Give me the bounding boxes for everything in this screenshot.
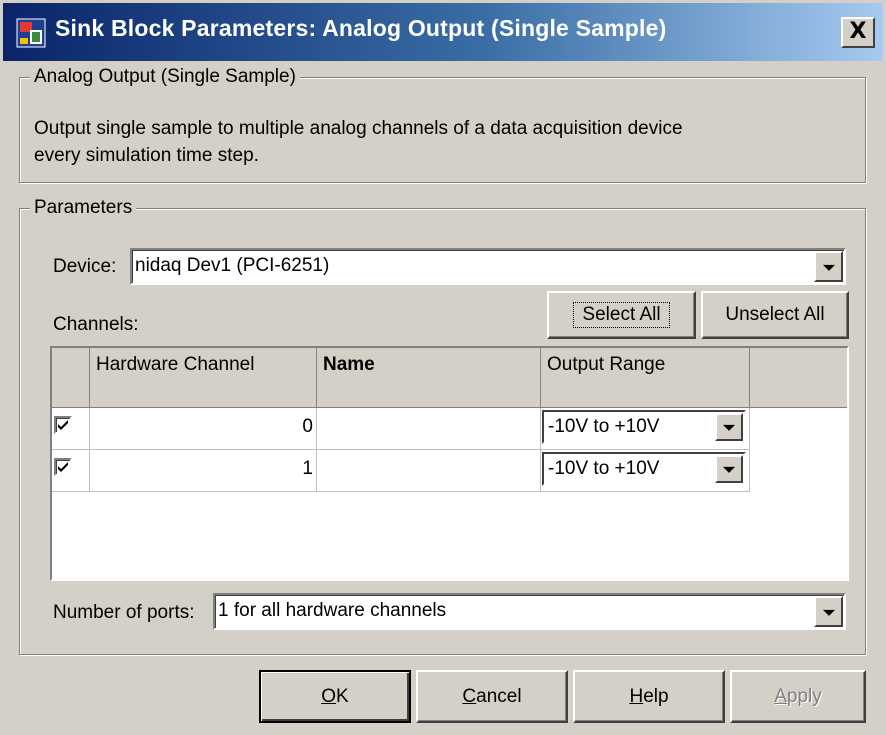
output-range-dropdown[interactable]: -10V to +10V <box>542 410 746 444</box>
title-bar[interactable]: Sink Block Parameters: Analog Output (Si… <box>3 3 883 61</box>
close-icon: X <box>849 19 867 44</box>
ports-label: Number of ports: <box>53 602 195 623</box>
chevron-down-icon <box>723 466 735 473</box>
dialog-window: Sink Block Parameters: Analog Output (Si… <box>0 0 886 735</box>
device-value: nidaq Dev1 (PCI-6251) <box>135 255 330 276</box>
cancel-button[interactable]: Cancel <box>416 670 568 723</box>
help-mnemonic: H <box>629 685 644 707</box>
ok-mnemonic: O <box>321 685 337 707</box>
channels-label: Channels: <box>53 314 139 335</box>
cancel-label-rest: ancel <box>476 685 522 707</box>
output-range-value: -10V to +10V <box>548 416 660 437</box>
chevron-down-icon <box>822 264 835 271</box>
description-group-title: Analog Output (Single Sample) <box>30 66 300 88</box>
apply-button[interactable]: Apply <box>730 670 866 723</box>
output-range-cell: -10V to +10V <box>541 450 750 492</box>
device-dropdown[interactable]: nidaq Dev1 (PCI-6251) <box>130 248 846 285</box>
header-filler <box>750 348 847 408</box>
channel-checkbox[interactable] <box>54 458 72 476</box>
simulink-block-icon <box>16 18 46 48</box>
cancel-mnemonic: C <box>462 685 477 707</box>
header-output-range[interactable]: Output Range <box>541 348 750 408</box>
select-all-button[interactable]: Select All <box>547 291 696 339</box>
output-range-dropdown-button[interactable] <box>715 455 743 483</box>
hardware-channel-value: 0 <box>302 416 313 437</box>
chevron-down-icon <box>723 424 735 431</box>
hardware-channel-cell: 0 <box>90 408 317 450</box>
chevron-down-icon <box>822 609 835 616</box>
apply-mnemonic: A <box>774 685 787 707</box>
ok-button[interactable]: OK <box>259 670 411 723</box>
device-dropdown-button[interactable] <box>814 251 843 282</box>
channel-checkbox[interactable] <box>54 416 72 434</box>
hardware-channel-cell: 1 <box>90 450 317 492</box>
check-icon <box>58 462 68 472</box>
header-hardware-channel[interactable]: Hardware Channel <box>90 348 317 408</box>
channels-table[interactable]: Hardware Channel Name Output Range 0 -10… <box>50 346 849 581</box>
output-range-value: -10V to +10V <box>548 458 660 479</box>
ports-dropdown[interactable]: 1 for all hardware channels <box>213 593 846 630</box>
hardware-channel-value: 1 <box>302 458 313 479</box>
unselect-all-label: Unselect All <box>725 304 825 325</box>
apply-label-rest: pply <box>786 685 822 707</box>
help-label-rest: elp <box>643 685 669 707</box>
header-checkbox-column <box>52 348 90 408</box>
unselect-all-button[interactable]: Unselect All <box>701 291 849 339</box>
output-range-dropdown[interactable]: -10V to +10V <box>542 452 746 486</box>
name-cell[interactable] <box>317 408 541 450</box>
select-all-label: Select All <box>573 302 670 328</box>
window-title: Sink Block Parameters: Analog Output (Si… <box>55 15 667 41</box>
ports-dropdown-button[interactable] <box>814 596 843 627</box>
close-button[interactable]: X <box>841 17 875 48</box>
ok-label-rest: K <box>336 685 349 707</box>
ports-value: 1 for all hardware channels <box>218 600 447 621</box>
output-range-cell: -10V to +10V <box>541 408 750 450</box>
help-button[interactable]: Help <box>573 670 725 723</box>
description-line-2: every simulation time step. <box>34 145 259 166</box>
name-cell[interactable] <box>317 450 541 492</box>
output-range-dropdown-button[interactable] <box>715 413 743 441</box>
parameters-group-title: Parameters <box>30 197 137 219</box>
header-name[interactable]: Name <box>317 348 541 408</box>
description-line-1: Output single sample to multiple analog … <box>34 118 683 139</box>
table-row <box>52 450 90 492</box>
table-row <box>52 408 90 450</box>
device-label: Device: <box>53 256 117 277</box>
check-icon <box>58 420 68 430</box>
